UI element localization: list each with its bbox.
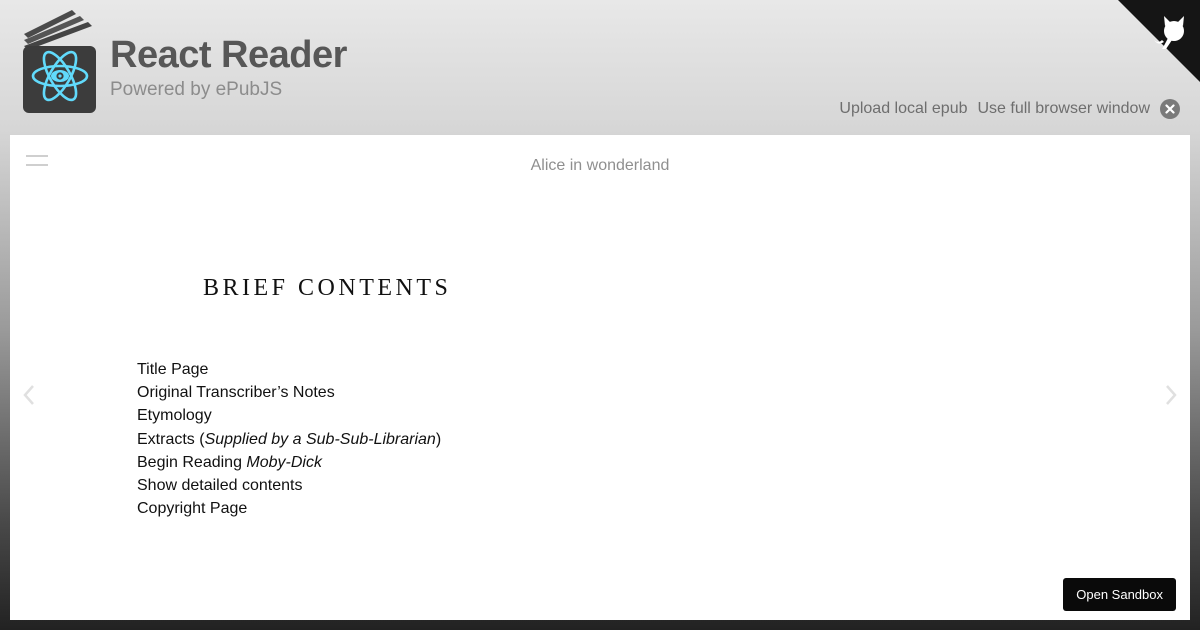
close-icon[interactable] xyxy=(1160,99,1180,119)
book-title: Alice in wonderland xyxy=(530,157,670,174)
toc-item[interactable]: Title Page xyxy=(137,358,441,381)
open-sandbox-button[interactable]: Open Sandbox xyxy=(1063,578,1176,611)
app-subtitle: Powered by ePubJS xyxy=(110,79,283,100)
fullscreen-link[interactable]: Use full browser window xyxy=(977,100,1150,118)
upload-epub-link[interactable]: Upload local epub xyxy=(839,100,967,118)
chevron-left-icon[interactable] xyxy=(22,383,36,407)
app-title: React Reader xyxy=(110,34,347,76)
contents-heading: BRIEF CONTENTS xyxy=(203,275,452,301)
chevron-right-icon[interactable] xyxy=(1164,383,1178,407)
toc-item[interactable]: Show detailed contents xyxy=(137,474,441,497)
github-octocat-icon[interactable] xyxy=(1118,0,1200,82)
toc-item[interactable]: Extracts (Supplied by a Sub-Sub-Libraria… xyxy=(137,428,441,451)
toc-item[interactable]: Original Transcriber’s Notes xyxy=(137,381,441,404)
toc-item[interactable]: Etymology xyxy=(137,404,441,427)
header-links: Upload local epub Use full browser windo… xyxy=(839,99,1180,119)
toc-item[interactable]: Copyright Page xyxy=(137,497,441,520)
reader-panel: Alice in wonderland BRIEF CONTENTS Title… xyxy=(10,135,1190,620)
toc-item[interactable]: Begin Reading Moby-Dick xyxy=(137,451,441,474)
table-of-contents: Title Page Original Transcriber’s Notes … xyxy=(137,358,441,520)
react-book-logo-icon xyxy=(22,10,98,114)
